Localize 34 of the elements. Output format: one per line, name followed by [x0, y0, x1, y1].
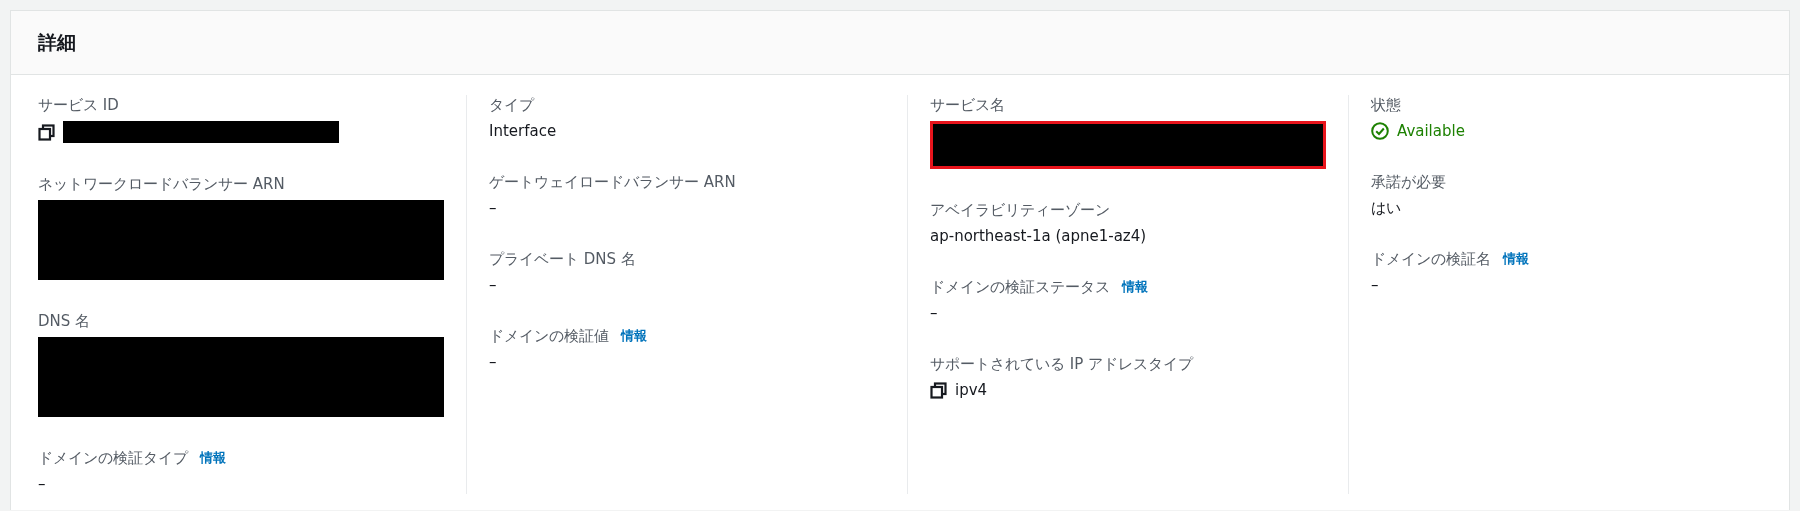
field-value: ipv4 — [955, 380, 988, 400]
field-value: – — [38, 474, 47, 494]
field-label: 状態 — [1371, 95, 1401, 115]
check-circle-icon — [1371, 122, 1389, 140]
field-value: – — [1371, 275, 1380, 295]
field-label: DNS 名 — [38, 311, 91, 331]
field-label: サポートされている IP アドレスタイプ — [930, 354, 1193, 374]
info-link[interactable]: 情報 — [1122, 278, 1148, 296]
status-value: Available — [1397, 121, 1465, 141]
field-label: アベイラビリティーゾーン — [930, 200, 1110, 220]
field-value: – — [489, 198, 498, 218]
field-label: ドメインの検証タイプ — [38, 448, 188, 468]
field-label: プライベート DNS 名 — [489, 249, 636, 269]
field-value: – — [489, 352, 498, 372]
info-link[interactable]: 情報 — [1503, 250, 1529, 268]
field-label: ドメインの検証ステータス — [930, 277, 1110, 297]
info-link[interactable]: 情報 — [621, 327, 647, 345]
panel-title: 詳細 — [38, 29, 76, 55]
field-label: サービス ID — [38, 95, 119, 115]
field-value: – — [489, 275, 498, 295]
field-value: はい — [1371, 198, 1402, 218]
field-label: ドメインの検証名 — [1371, 249, 1491, 269]
info-link[interactable]: 情報 — [200, 449, 226, 467]
field-value: – — [930, 303, 939, 323]
field-value: Interface — [489, 121, 558, 141]
copy-icon[interactable] — [38, 123, 55, 141]
field-label: 承諾が必要 — [1371, 172, 1446, 192]
field-value: ap-northeast-1a (apne1-az4) — [930, 226, 1148, 246]
copy-icon[interactable] — [930, 381, 947, 399]
field-label: ネットワークロードバランサー ARN — [38, 174, 285, 194]
field-label: ゲートウェイロードバランサー ARN — [489, 172, 736, 192]
field-label: サービス名 — [930, 95, 1005, 115]
field-label: タイプ — [489, 95, 534, 115]
field-label: ドメインの検証値 — [489, 326, 609, 346]
